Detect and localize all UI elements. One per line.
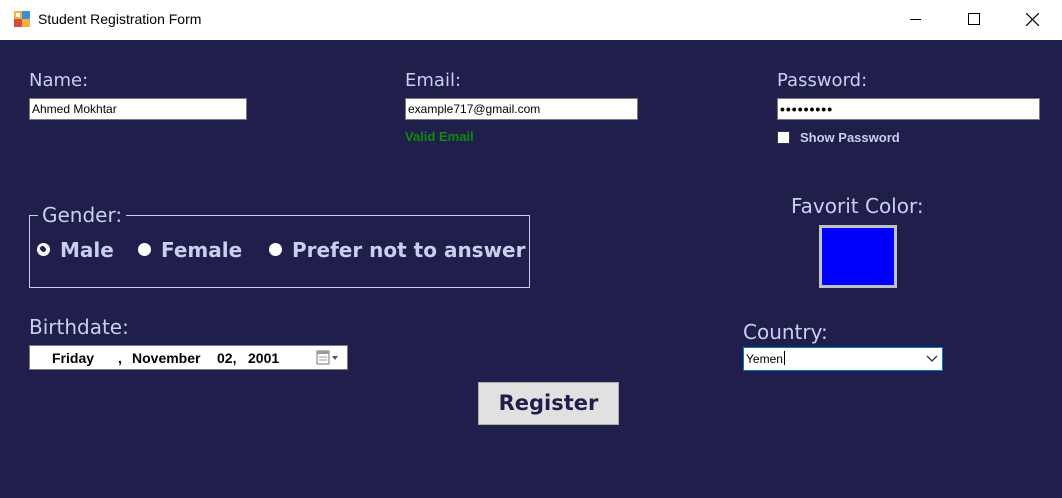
name-label: Name: <box>29 70 89 91</box>
gender-prefer-not-radio[interactable] <box>269 243 282 256</box>
chevron-down-icon[interactable] <box>926 355 938 363</box>
birthdate-label: Birthdate: <box>29 315 129 339</box>
gender-male-radio[interactable] <box>37 243 50 256</box>
birthdate-day: 02, <box>217 350 237 366</box>
favorite-color-swatch[interactable] <box>819 225 897 288</box>
close-icon[interactable] <box>1004 0 1062 40</box>
gender-prefer-not-label[interactable]: Prefer not to answer <box>292 238 526 262</box>
country-label: Country: <box>743 320 828 344</box>
country-select[interactable]: Yemen <box>743 347 943 371</box>
calendar-dropdown-icon[interactable] <box>316 350 340 366</box>
window-title: Student Registration Form <box>38 11 202 27</box>
text-caret <box>784 351 785 365</box>
registration-form: Name: Ahmed Mokhtar Email: example717@gm… <box>0 40 1062 498</box>
password-label: Password: <box>777 70 868 91</box>
maximize-icon[interactable] <box>945 0 1003 40</box>
birthdate-weekday: Friday <box>52 350 95 366</box>
gender-legend: Gender: <box>38 203 127 227</box>
name-field[interactable]: Ahmed Mokhtar <box>29 98 247 120</box>
email-field[interactable]: example717@gmail.com <box>405 98 638 120</box>
birthdate-picker[interactable]: Friday , November 02, 2001 <box>29 345 348 370</box>
gender-male-label[interactable]: Male <box>60 238 114 262</box>
register-button[interactable]: Register <box>478 382 619 425</box>
app-icon <box>14 11 30 27</box>
email-label: Email: <box>405 70 462 91</box>
birthdate-year: 2001 <box>248 350 280 366</box>
title-bar: Student Registration Form <box>0 0 1062 40</box>
favorite-color-label: Favorit Color: <box>791 194 924 218</box>
country-selected-value: Yemen <box>746 352 783 366</box>
email-validation-message: Valid Email <box>405 129 474 144</box>
minimize-icon[interactable] <box>887 0 945 40</box>
gender-female-radio[interactable] <box>138 243 151 256</box>
show-password-checkbox[interactable] <box>777 131 790 144</box>
birthdate-separator: , <box>118 350 122 366</box>
birthdate-month: November <box>132 350 201 366</box>
password-field[interactable]: ••••••••• <box>777 98 1040 120</box>
show-password-label[interactable]: Show Password <box>800 130 900 145</box>
gender-female-label[interactable]: Female <box>161 238 242 262</box>
